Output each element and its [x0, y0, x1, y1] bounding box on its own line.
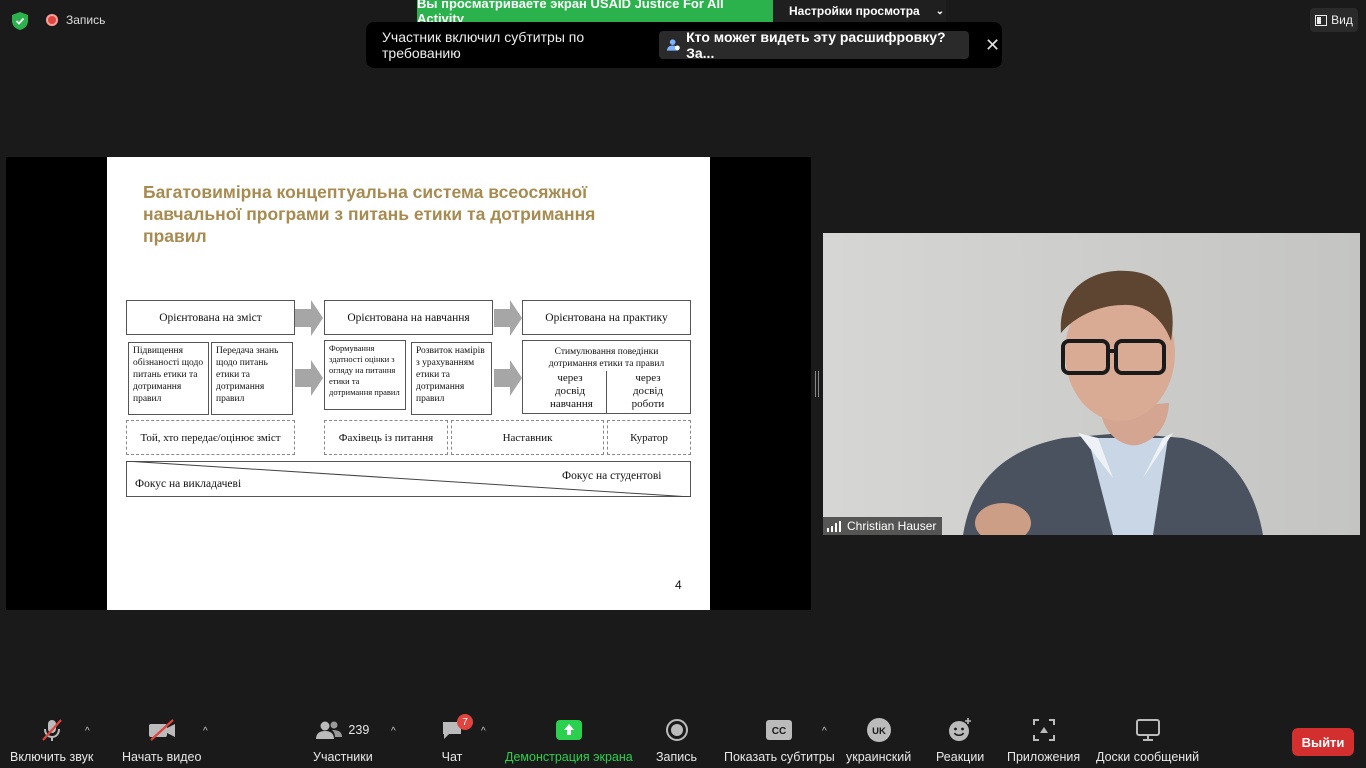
participant-name-tag: Christian Hauser	[823, 517, 943, 535]
svg-text:CC: CC	[772, 726, 786, 737]
language-button[interactable]: UK украинский	[846, 718, 911, 764]
presentation-slide: Багатовимірна концептуальна система всео…	[107, 157, 710, 610]
share-screen-icon	[508, 718, 630, 742]
arrow-right-icon	[295, 300, 323, 336]
concept-box-intentions: Розвиток намірів з урахуванням етики та …	[411, 342, 492, 415]
role-subject-expert: Фахівець із питання	[324, 420, 448, 455]
arrow-right-icon	[295, 360, 323, 396]
concept-box-assessment: Формування здатності оцінки з огляду на …	[324, 340, 406, 410]
participants-icon	[316, 721, 343, 739]
behaviour-box-divider	[606, 371, 607, 413]
view-layout-icon	[1315, 14, 1328, 26]
column-header-practice: Орієнтована на практику	[522, 300, 691, 335]
participants-options-caret-icon[interactable]: ^	[391, 726, 396, 737]
captions-options-caret-icon[interactable]: ^	[822, 726, 827, 737]
role-mentor: Наставник	[451, 420, 604, 455]
signal-strength-icon	[827, 520, 841, 532]
recording-icon[interactable]	[46, 14, 58, 26]
audio-options-caret-icon[interactable]: ^	[85, 726, 90, 737]
concept-box-knowledge: Передача знань щодо питань етики та дотр…	[211, 342, 293, 415]
share-screen-button[interactable]: Демонстрация экрана	[505, 718, 633, 764]
behaviour-box-learning: через досвід навчання	[550, 372, 593, 410]
apps-icon	[1007, 718, 1080, 742]
reactions-label: Реакции	[936, 750, 985, 764]
view-button-label: Вид	[1331, 13, 1353, 27]
record-button[interactable]: Запись	[656, 718, 697, 764]
panel-resize-handle[interactable]	[815, 371, 819, 397]
caption-notice: Участник включил субтитры по требованию …	[366, 22, 1002, 68]
caption-visibility-label: Кто может видеть эту расшифровку? За...	[686, 29, 946, 61]
column-header-content: Орієнтована на зміст	[126, 300, 295, 335]
chat-options-caret-icon[interactable]: ^	[481, 726, 486, 737]
record-label: Запись	[656, 750, 698, 764]
security-shield-icon[interactable]	[12, 12, 28, 30]
apps-label: Приложения	[1007, 750, 1081, 764]
slide-title: Багатовимірна концептуальна система всео…	[143, 182, 596, 246]
behaviour-box-title: Стимулювання поведінки дотримання етики …	[548, 347, 665, 369]
chevron-down-icon: ⌄	[935, 5, 945, 17]
share-banner: Вы просматриваете экран USAID Justice Fo…	[417, 0, 946, 26]
column-header-learning: Орієнтована на навчання	[324, 300, 493, 335]
view-options-dropdown[interactable]: Настройки просмотра ⌄	[773, 0, 946, 22]
role-supervisor: Куратор	[607, 420, 691, 455]
language-code: UK	[872, 726, 886, 737]
caption-visibility-link[interactable]: Кто может видеть эту расшифровку? За...	[658, 29, 970, 61]
chat-unread-badge: 7	[457, 714, 473, 730]
microphone-muted-icon	[10, 718, 93, 742]
reactions-smiley-icon	[937, 718, 983, 742]
share-screen-label: Демонстрация экрана	[505, 750, 633, 764]
participant-name: Christian Hauser	[847, 519, 937, 533]
start-video-label: Начать видео	[122, 750, 202, 764]
chat-icon: 7	[441, 714, 473, 742]
share-banner-text: Вы просматриваете экран USAID Justice Fo…	[417, 0, 773, 26]
view-options-label: Настройки просмотра	[789, 4, 920, 18]
arrow-right-icon	[494, 300, 522, 336]
closed-captions-icon: CC	[726, 718, 832, 742]
unmute-label: Включить звук	[10, 750, 94, 764]
record-icon	[657, 718, 697, 742]
role-content-assessor: Той, хто передає/оцінює зміст	[126, 420, 295, 455]
view-button[interactable]: Вид	[1310, 8, 1358, 32]
whiteboards-button[interactable]: Доски сообщений	[1096, 718, 1199, 764]
apps-button[interactable]: Приложения	[1007, 718, 1080, 764]
slide-page-number: 4	[675, 578, 682, 592]
focus-teacher-label: Фокус на викладачеві	[135, 478, 242, 490]
participant-video-frame	[823, 233, 1360, 535]
arrow-right-icon	[494, 360, 522, 396]
chat-button[interactable]: 7 Чат	[441, 714, 473, 764]
focus-student-label: Фокус на студентові	[562, 470, 662, 482]
start-video-button[interactable]: Начать видео	[122, 718, 201, 764]
whiteboard-icon	[1097, 718, 1199, 742]
person-icon	[666, 39, 680, 51]
participants-label: Участники	[313, 750, 373, 764]
video-off-icon	[124, 718, 200, 742]
whiteboards-label: Доски сообщений	[1096, 750, 1200, 764]
reactions-button[interactable]: Реакции	[936, 718, 984, 764]
unmute-button[interactable]: Включить звук	[10, 718, 93, 764]
participants-count: 239	[348, 723, 370, 737]
close-icon[interactable]: ✕	[983, 35, 1002, 56]
video-options-caret-icon[interactable]: ^	[203, 726, 208, 737]
recording-label[interactable]: Запись	[66, 13, 105, 27]
language-globe-icon: UK	[847, 718, 911, 742]
participant-video[interactable]	[823, 233, 1360, 535]
show-captions-button[interactable]: CC Показать субтитры	[724, 718, 835, 764]
focus-spectrum-bar: Фокус на викладачеві Фокус на студентові	[126, 461, 691, 497]
language-label: украинский	[846, 750, 912, 764]
caption-notice-text: Участник включил субтитры по требованию	[382, 29, 585, 61]
show-captions-label: Показать субтитры	[724, 750, 835, 764]
concept-box-awareness: Підвищення обізнаності щодо питань етики…	[128, 342, 209, 415]
behaviour-box-work: через досвід роботи	[631, 372, 665, 410]
leave-meeting-button[interactable]: Выйти	[1292, 728, 1354, 756]
participants-icon-group: 239	[314, 718, 372, 742]
chat-label: Чат	[441, 750, 463, 764]
participants-button[interactable]: 239 Участники	[313, 718, 373, 764]
